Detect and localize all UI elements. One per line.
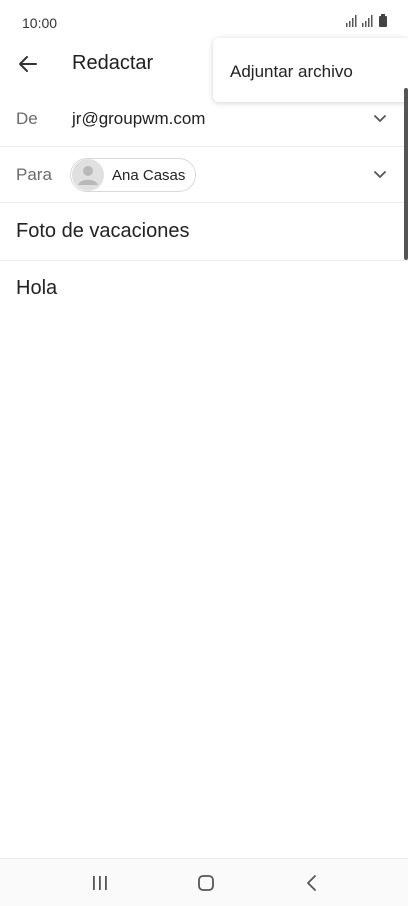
menu-item-attach-file[interactable]: Adjuntar archivo <box>230 62 353 82</box>
back-button[interactable] <box>14 50 42 78</box>
person-icon <box>78 166 98 185</box>
from-label: De <box>16 109 38 128</box>
recipient-chip[interactable]: Ana Casas <box>70 158 196 192</box>
arrow-left-icon <box>19 56 37 72</box>
battery-icon <box>379 14 387 27</box>
home-button[interactable] <box>194 871 218 895</box>
recent-apps-button[interactable] <box>88 871 112 895</box>
signal-icon <box>346 15 357 27</box>
to-label: Para <box>16 165 52 184</box>
page-title: Redactar <box>72 52 154 74</box>
recent-apps-icon <box>93 876 107 890</box>
scroll-handle[interactable] <box>404 88 408 260</box>
status-icons <box>346 14 388 27</box>
chevron-down-icon[interactable] <box>372 167 388 183</box>
signal-icon <box>362 15 373 27</box>
home-icon <box>198 875 214 891</box>
back-nav-icon <box>307 875 316 891</box>
to-row[interactable]: Para Ana Casas <box>0 147 408 203</box>
subject-field[interactable]: Foto de vacaciones <box>16 220 189 243</box>
overflow-menu: Adjuntar archivo <box>213 38 408 102</box>
navigation-bar <box>0 858 408 906</box>
chevron-down-icon[interactable] <box>372 111 388 127</box>
back-nav-button[interactable] <box>300 871 324 895</box>
from-address: jr@groupwm.com <box>72 109 206 128</box>
recipient-name: Ana Casas <box>112 166 186 184</box>
avatar <box>72 159 104 191</box>
body-field[interactable]: Hola <box>16 277 57 300</box>
status-time: 10:00 <box>22 15 58 31</box>
